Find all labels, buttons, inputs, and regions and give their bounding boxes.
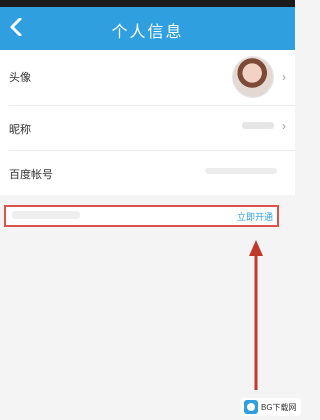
watermark: BG下载网 bbox=[240, 398, 301, 416]
watermark-text: BG下载网 bbox=[261, 402, 297, 412]
watermark-logo-icon bbox=[244, 400, 258, 414]
annotation-arrow bbox=[249, 240, 263, 390]
